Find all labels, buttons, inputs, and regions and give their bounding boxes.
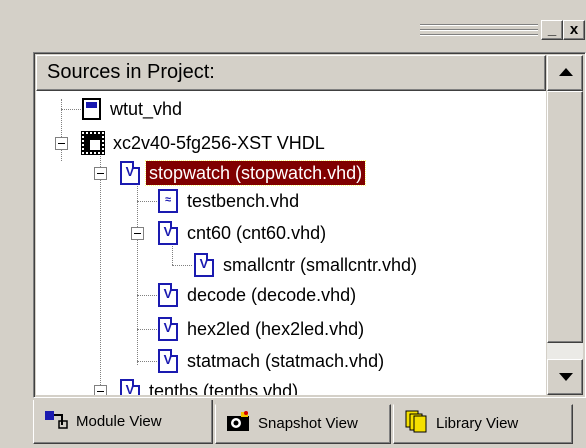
collapse-toggle[interactable] xyxy=(94,167,107,180)
tree-item-label: wtut_vhd xyxy=(110,99,183,119)
tree-item-label: hex2led (hex2led.vhd) xyxy=(187,319,365,339)
tab-module-view[interactable]: Module View xyxy=(33,400,213,444)
vertical-scrollbar[interactable] xyxy=(547,55,583,395)
tree-item-label: cnt60 (cnt60.vhd) xyxy=(187,223,327,243)
tab-library-view[interactable]: Library View xyxy=(393,404,573,444)
tab-label: Library View xyxy=(436,415,519,432)
tree-item[interactable]: V hex2led (hex2led.vhd) xyxy=(158,316,367,342)
tab-label: Snapshot View xyxy=(258,415,358,432)
testbench-file-icon: ≈ xyxy=(158,189,178,213)
tree-item[interactable]: ≈ testbench.vhd xyxy=(158,188,302,214)
tree-connector xyxy=(137,183,138,365)
tree-connector xyxy=(137,329,157,330)
collapse-toggle[interactable] xyxy=(131,227,144,240)
tree-connector xyxy=(137,295,157,296)
chip-icon xyxy=(81,131,105,155)
sources-panel: Sources in Project: wtut_vhd xc2v40-5fg2… xyxy=(33,52,586,398)
tab-snapshot-view[interactable]: Snapshot View xyxy=(215,404,391,444)
close-button[interactable]: x xyxy=(563,20,585,40)
vhdl-file-icon: V xyxy=(158,221,178,245)
camera-icon xyxy=(226,410,252,438)
tree-item-label: testbench.vhd xyxy=(187,191,300,211)
tree-item-label: xc2v40-5fg256-XST VHDL xyxy=(113,133,325,153)
arrow-down-icon xyxy=(559,373,573,381)
tree-item[interactable]: wtut_vhd xyxy=(82,96,185,122)
tree-connector xyxy=(172,243,173,265)
tree-connector xyxy=(137,361,157,362)
collapse-toggle[interactable] xyxy=(94,385,107,395)
tree-item-label: statmach (statmach.vhd) xyxy=(187,351,385,371)
arrow-up-icon xyxy=(559,68,573,76)
module-view-icon xyxy=(44,409,70,435)
scroll-up-button[interactable] xyxy=(547,55,583,91)
scroll-thumb[interactable] xyxy=(547,91,583,343)
tree-item[interactable]: V stopwatch (stopwatch.vhd) xyxy=(120,160,367,186)
vhdl-file-icon: V xyxy=(158,283,178,307)
tree-item-label: tenths (tenths.vhd) xyxy=(149,381,299,395)
project-file-icon xyxy=(82,98,101,120)
tree-connector xyxy=(137,201,157,202)
vhdl-file-icon: V xyxy=(120,161,140,185)
tree-item[interactable]: xc2v40-5fg256-XST VHDL xyxy=(81,130,328,156)
tree-connector xyxy=(61,109,81,110)
tree-item[interactable]: V tenths (tenths.vhd) xyxy=(120,378,301,395)
panel-header: Sources in Project: xyxy=(36,55,546,91)
tree-item[interactable]: V smallcntr (smallcntr.vhd) xyxy=(194,252,420,278)
source-tree[interactable]: wtut_vhd xc2v40-5fg256-XST VHDL V stopwa… xyxy=(36,91,546,395)
toolbar-grip[interactable] xyxy=(420,22,538,38)
vhdl-file-icon: V xyxy=(158,317,178,341)
vhdl-file-icon: V xyxy=(194,253,214,277)
tree-item-label: decode (decode.vhd) xyxy=(187,285,357,305)
view-tabs: Module View Snapshot View Library View xyxy=(33,400,586,448)
tree-item[interactable]: V decode (decode.vhd) xyxy=(158,282,359,308)
minimize-button[interactable]: _ xyxy=(541,20,563,40)
tree-item[interactable]: V cnt60 (cnt60.vhd) xyxy=(158,220,329,246)
vhdl-file-icon: V xyxy=(158,349,178,373)
tree-item[interactable]: V statmach (statmach.vhd) xyxy=(158,348,387,374)
tree-item-label-selected: stopwatch (stopwatch.vhd) xyxy=(144,160,367,186)
tab-label: Module View xyxy=(76,412,162,430)
scroll-down-button[interactable] xyxy=(547,359,583,395)
tree-item-label: smallcntr (smallcntr.vhd) xyxy=(223,255,418,275)
collapse-toggle[interactable] xyxy=(55,137,68,150)
tree-connector xyxy=(172,265,192,266)
tree-connector xyxy=(100,151,101,395)
library-icon xyxy=(404,409,430,439)
vhdl-file-icon: V xyxy=(120,379,140,395)
